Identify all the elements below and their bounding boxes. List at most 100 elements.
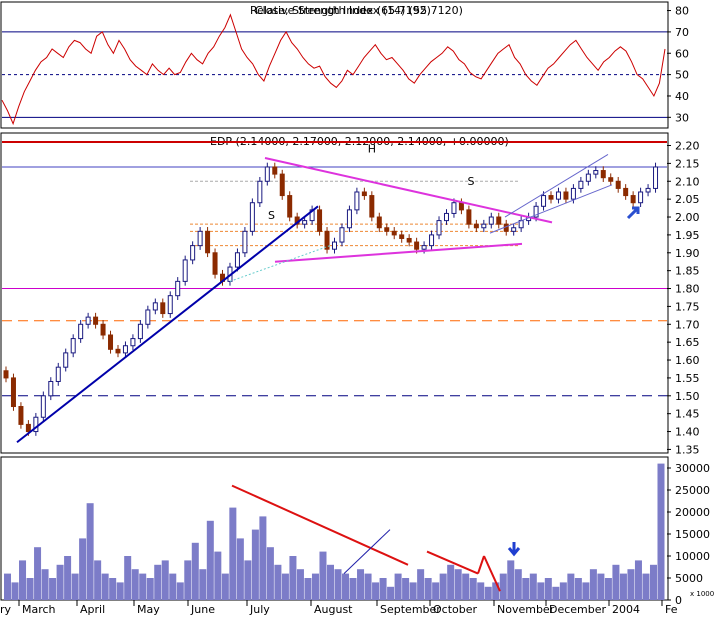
rsi-tick-label: 80 [675,5,689,18]
volume-bar [574,578,582,600]
volume-tick-label: 20000 [675,506,710,519]
candle-body [264,166,270,182]
volume-bar [49,578,57,600]
volume-bar [214,551,222,600]
volume-bar [184,560,192,600]
month-label: 2004 [612,603,640,616]
volume-bar [334,569,342,600]
volume-bar [514,569,522,600]
volume-bar [379,578,387,600]
candle-body [399,234,405,239]
volume-tick-label: 30000 [675,462,710,475]
candle-body [645,187,651,193]
rsi-title-overlap: Close, Strength Index (65.7192) [255,4,431,17]
price-tick-label: 1.65 [675,336,700,349]
volume-bar [176,582,184,600]
volume-bar [484,586,492,600]
volume-bar [221,573,229,600]
candle-body [608,177,614,182]
candle-body [630,195,636,204]
candle-body [40,395,46,418]
candle-body [257,180,263,204]
candle-body [122,345,128,354]
price-tick-label: 1.95 [675,229,700,242]
volume-bar [191,542,199,600]
volume-bar [447,564,455,600]
month-label: October [433,603,477,616]
volume-bar [387,586,395,600]
month-label: Fe [665,603,678,616]
price-tick-label: 1.50 [675,390,700,403]
candle-body [115,348,121,354]
volume-bar [567,573,575,600]
volume-bar [19,560,27,600]
volume-bar [71,573,79,600]
rsi-tick-label: 70 [675,26,689,39]
candle-body [85,316,91,325]
candle-body [18,406,24,425]
volume-bar [499,573,507,600]
volume-bar [56,564,64,600]
candle-body [317,209,323,232]
candle-body [384,227,390,232]
candle-body [25,423,31,433]
rsi-tick-label: 50 [675,69,689,82]
volume-bar [619,573,627,600]
volume-bar [251,529,259,600]
candle-body [481,223,487,229]
candle-body [414,241,420,250]
volume-bar [4,573,12,600]
volume-bar [559,582,567,600]
candle-body [436,220,442,236]
candle-body [653,166,659,189]
volume-unit-label: x 1000 [690,590,714,598]
candle-body [600,170,606,179]
volume-bar [326,564,334,600]
pattern-label: S [468,175,475,188]
candle-body [585,173,591,182]
month-label: December [549,603,607,616]
candle-body [563,191,569,200]
volume-bar [604,578,612,600]
candle-body [578,180,584,189]
volume-bar [146,578,154,600]
volume-tick-label: 15000 [675,528,710,541]
volume-bar [319,551,327,600]
candle-body [593,170,599,175]
volume-bar [522,578,530,600]
stock-chart: Relative Strength Index (14) (55.7120) C… [0,1,714,616]
candle-body [488,216,494,225]
volume-bar [394,573,402,600]
candle-body [130,338,136,347]
candle-body [242,230,248,254]
candle-body [152,302,158,311]
candle-body [421,245,427,250]
candle-body [197,230,203,247]
volume-tick-label: 10000 [675,550,710,563]
candle-body [429,234,435,247]
candle-body [466,209,472,225]
candle-body [555,191,561,200]
candle-body [451,202,457,214]
volume-bar [552,586,560,600]
candle-body [496,216,502,225]
price-tick-label: 1.60 [675,354,700,367]
volume-tick-label: 5000 [675,572,703,585]
volume-bar [462,573,470,600]
volume-tick-label: 25000 [675,484,710,497]
volume-bar [589,569,597,600]
candle-body [212,252,218,275]
volume-bar [477,582,485,600]
candle-body [160,302,166,315]
price-tick-label: 2.15 [675,157,700,170]
candle-body [93,316,99,325]
candle-body [623,187,629,197]
candle-body [279,173,285,197]
volume-bar [537,582,545,600]
rsi-tick-label: 30 [675,111,689,124]
volume-bar [454,569,462,600]
volume-bar [94,560,102,600]
candle-body [361,191,367,197]
price-panel: EDP (2.14000, 2.17000, 2.12000, 2.14000,… [0,132,669,454]
volume-bar [657,463,665,600]
